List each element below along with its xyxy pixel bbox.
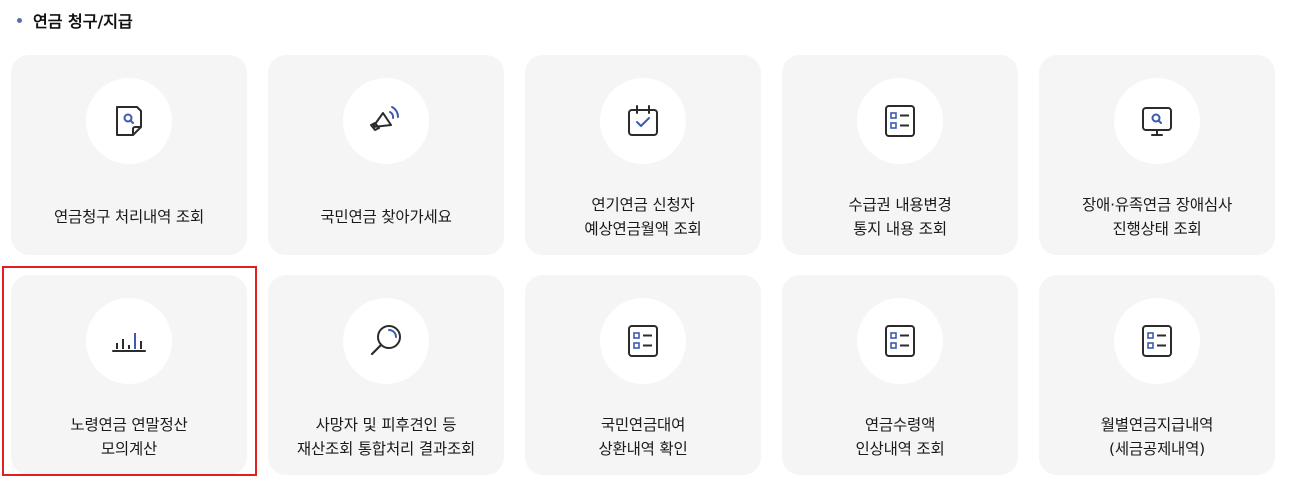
magnifier-icon [370,325,401,356]
checklist-icon [1142,325,1172,357]
icon-circle [857,298,943,384]
card-disability-review[interactable]: 장애·유족연금 장애심사 진행상태 조회 [1039,55,1275,255]
card-property-inquiry[interactable]: 사망자 및 피후견인 등 재산조회 통합처리 결과조회 [268,275,504,475]
card-label-line: 수급권 내용변경 [848,196,952,214]
icon-circle [343,298,429,384]
megaphone-icon [370,106,400,131]
service-card-grid: 연금청구 처리내역 조회 국민연금 찾아가세요 연기연금 신청자 예상연금월액 … [11,55,1275,475]
icon-circle [343,78,429,164]
card-label-line: 인상내역 조회 [855,440,945,458]
icon-circle [857,78,943,164]
card-label-line: 예상연금월액 조회 [584,220,702,238]
card-label-line: 노령연금 연말정산 [70,416,188,434]
bullet-icon [17,17,22,23]
card-label: 수급권 내용변경 통지 내용 조회 [782,195,1018,239]
card-label-line: 상환내역 확인 [598,440,688,458]
document-search-icon [116,106,142,136]
card-pension-increase[interactable]: 연금수령액 인상내역 조회 [782,275,1018,475]
card-label-line: 월별연금지급내역 [1100,416,1214,434]
icon-circle [600,78,686,164]
card-label: 월별연금지급내역 (세금공제내역) [1039,415,1275,459]
bar-chart-icon [112,333,146,352]
card-label-line: 국민연금대여 [600,416,686,434]
card-label-line: 모의계산 [100,440,158,458]
section-header: 연금 청구/지급 [14,8,133,32]
card-label: 사망자 및 피후견인 등 재산조회 통합처리 결과조회 [268,415,504,459]
icon-circle [86,298,172,384]
icon-circle [600,298,686,384]
card-label-line: 사망자 및 피후견인 등 [315,416,457,434]
icon-circle [86,78,172,164]
card-monthly-payment[interactable]: 월별연금지급내역 (세금공제내역) [1039,275,1275,475]
card-label: 노령연금 연말정산 모의계산 [11,415,247,459]
icon-circle [1114,78,1200,164]
card-loan-repayment[interactable]: 국민연금대여 상환내역 확인 [525,275,761,475]
checklist-icon [885,325,915,357]
card-label: 장애·유족연금 장애심사 진행상태 조회 [1039,195,1275,239]
calendar-check-icon [628,105,658,136]
card-find-pension[interactable]: 국민연금 찾아가세요 [268,55,504,255]
card-label-line: 통지 내용 조회 [853,220,947,238]
card-label-line: 진행상태 조회 [1112,220,1202,238]
card-label-line: 연금청구 처리내역 조회 [53,208,205,226]
card-label-line: 재산조회 통합처리 결과조회 [296,440,476,458]
card-label: 연금수령액 인상내역 조회 [782,415,1018,459]
card-entitlement-change[interactable]: 수급권 내용변경 통지 내용 조회 [782,55,1018,255]
section-title: 연금 청구/지급 [33,12,133,31]
card-label-line: 국민연금 찾아가세요 [320,208,452,226]
card-claim-history[interactable]: 연금청구 처리내역 조회 [11,55,247,255]
card-label: 연금청구 처리내역 조회 [11,195,247,239]
monitor-search-icon [1142,107,1172,136]
icon-circle [1114,298,1200,384]
card-label: 연기연금 신청자 예상연금월액 조회 [525,195,761,239]
checklist-icon [628,325,658,357]
card-label-line: 장애·유족연금 장애심사 [1081,196,1233,214]
card-label-line: 연금수령액 [864,416,936,434]
card-year-end-settlement[interactable]: 노령연금 연말정산 모의계산 [11,275,247,475]
card-label-line: (세금공제내역) [1108,440,1206,458]
card-label: 국민연금대여 상환내역 확인 [525,415,761,459]
card-label: 국민연금 찾아가세요 [268,195,504,239]
card-deferred-pension[interactable]: 연기연금 신청자 예상연금월액 조회 [525,55,761,255]
checklist-icon [885,105,915,137]
card-label-line: 연기연금 신청자 [591,196,695,214]
